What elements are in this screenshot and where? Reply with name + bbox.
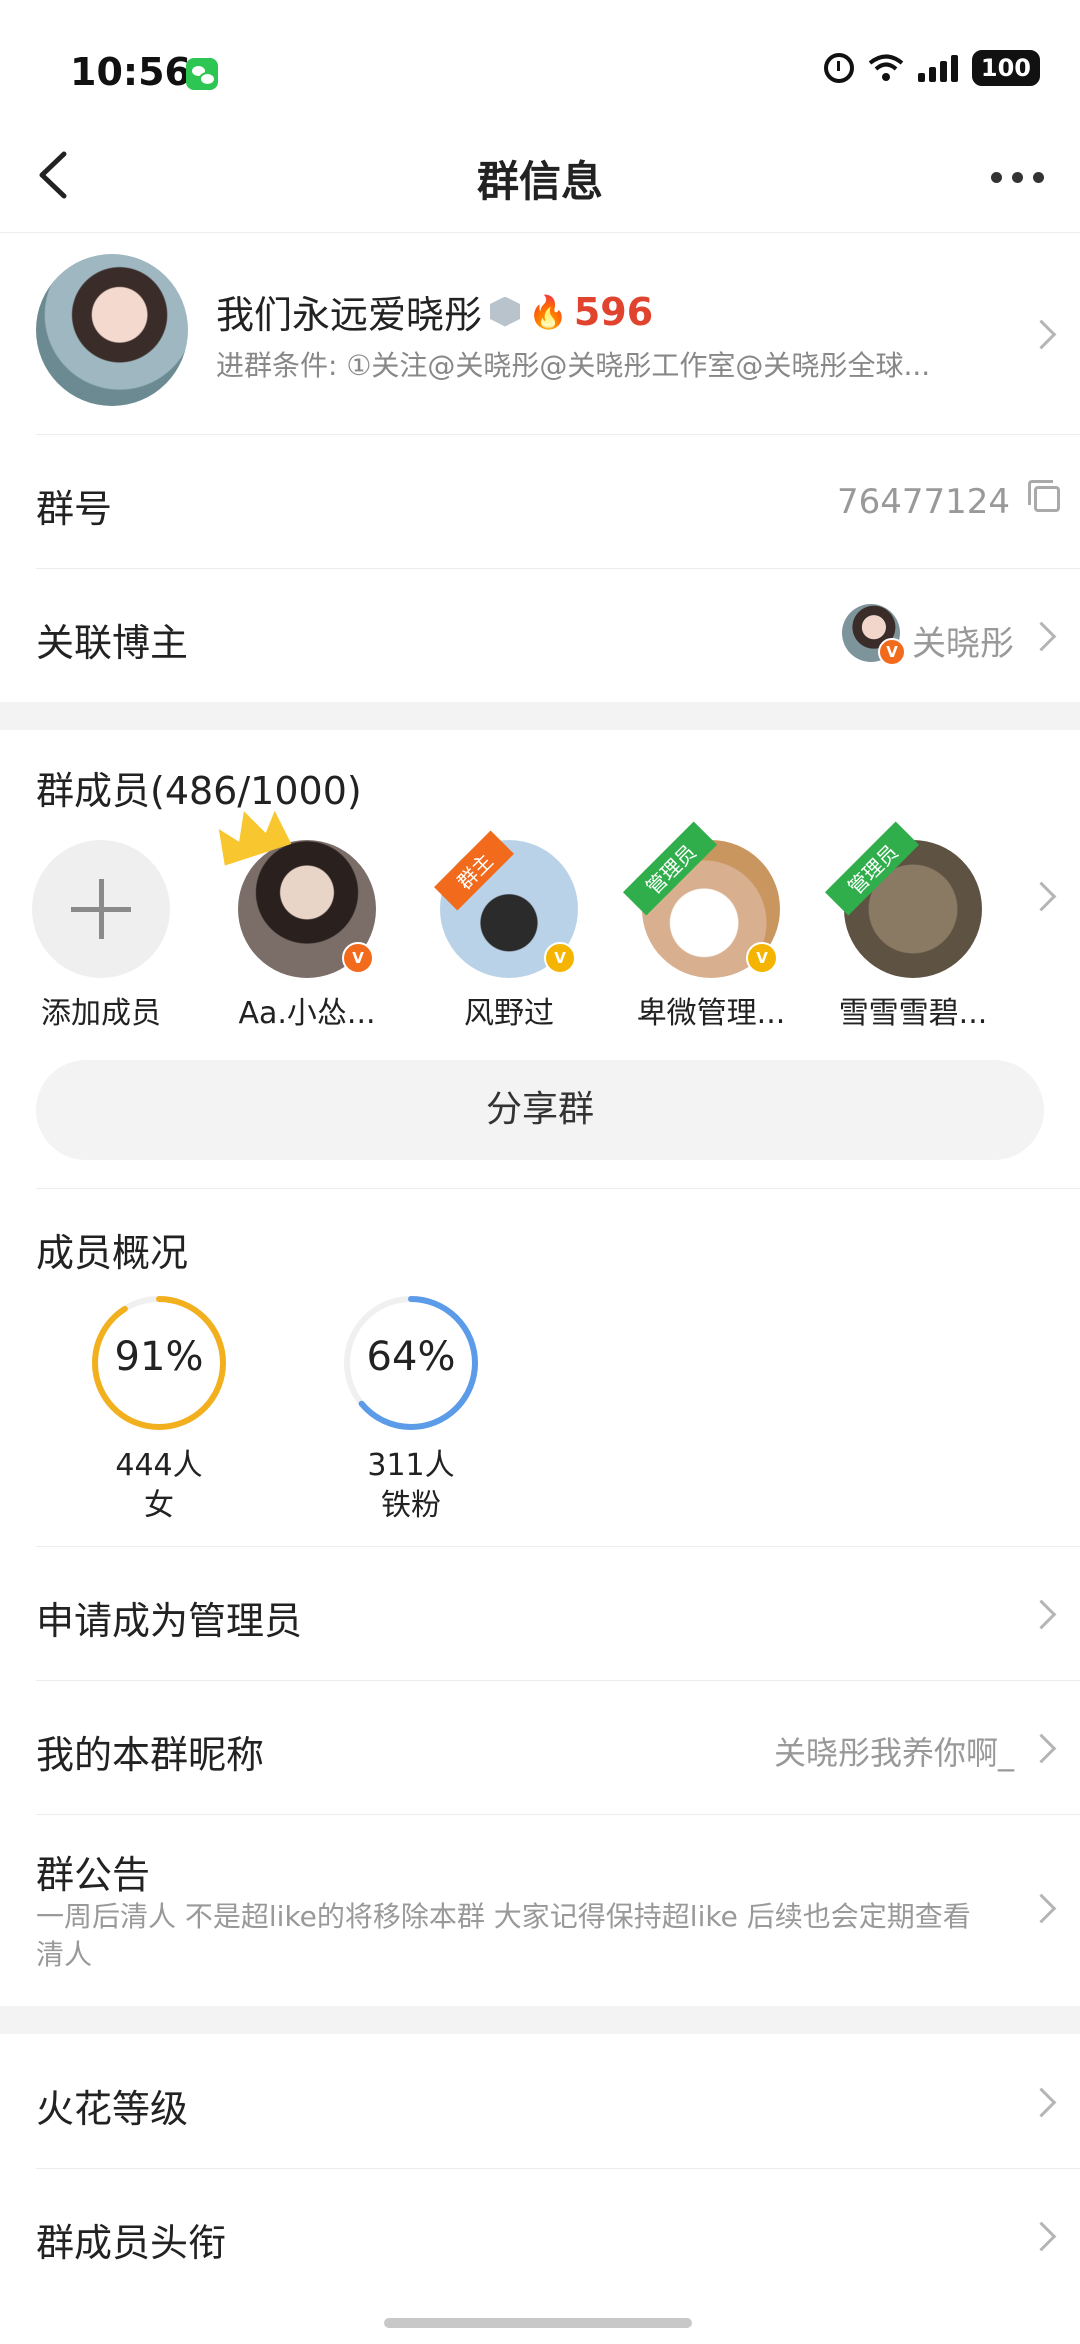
female-label: 女 (144, 1488, 174, 1523)
admin-ribbon: 管理员 (622, 821, 718, 916)
female-percent: 91% (114, 1334, 204, 1380)
spark-level-row[interactable]: 火花等级 (0, 2034, 1080, 2168)
chevron-right-icon (1026, 2221, 1057, 2252)
spark-level-label: 火花等级 (36, 2087, 189, 2131)
chevron-right-icon (1026, 621, 1057, 652)
add-member-button[interactable]: 添加成员 (16, 840, 186, 1032)
linked-blogger-row[interactable]: 关联博主 V 关晓彤 (0, 568, 1080, 702)
iron-fan-label: 铁粉 (381, 1488, 441, 1523)
group-join-conditions: 进群条件: ①关注@关晓彤@关晓彤工作室@关晓彤全球... (216, 349, 931, 382)
overview-title: 成员概况 (36, 1231, 189, 1275)
verified-v-badge: V (544, 942, 576, 974)
owner-ribbon: 群主 (434, 830, 514, 911)
fire-icon: 🔥 (528, 292, 568, 331)
member-avatar: V (238, 840, 376, 978)
add-icon (32, 840, 170, 978)
member-name: 风野过 (464, 996, 554, 1031)
chevron-right-icon (1026, 2087, 1057, 2118)
page-title: 群信息 (476, 157, 603, 206)
divider (36, 434, 1080, 435)
members-title: 群成员(486/1000) (36, 769, 362, 813)
divider (36, 2168, 1080, 2169)
section-gap (0, 702, 1080, 730)
add-member-label: 添加成员 (41, 996, 161, 1031)
group-number-value: 76477124 (836, 482, 1010, 522)
nav-bar: 群信息 (0, 120, 1080, 233)
linked-blogger-label: 关联博主 (36, 621, 189, 665)
verified-v-badge: V (746, 942, 778, 974)
linked-blogger-name: 关晓彤 (912, 624, 1014, 664)
share-group-button[interactable]: 分享群 (36, 1060, 1044, 1160)
group-number-row: 群号 76477124 (0, 434, 1080, 568)
member-item[interactable]: 管理员 V 卑微管理... (622, 821, 796, 1032)
female-ratio-ring: 91% (90, 1294, 228, 1432)
wechat-notification-icon (186, 58, 218, 90)
member-item[interactable]: 群主 V 风野过 (424, 830, 594, 1032)
member-name: 雪雪雪碧... (838, 996, 988, 1031)
admin-ribbon: 管理员 (824, 821, 920, 916)
members-more-chevron-icon[interactable] (1026, 881, 1057, 912)
member-avatar: 管理员 V (622, 821, 780, 978)
chevron-right-icon (1026, 319, 1057, 350)
status-bar: 10:56 100 (0, 0, 1080, 140)
apply-admin-row[interactable]: 申请成为管理员 (0, 1546, 1080, 1680)
group-header-card[interactable]: 我们永远爱晓彤 🔥 596 进群条件: ①关注@关晓彤@关晓彤工作室@关晓彤全球… (0, 232, 1080, 434)
member-item[interactable]: 管理员 雪雪雪碧... (824, 821, 998, 1032)
iron-fan-count: 311人 (367, 1448, 455, 1483)
member-item[interactable]: V Aa.小怂... (222, 840, 392, 1032)
more-options-icon[interactable] (991, 172, 1044, 183)
divider-row (0, 1188, 1080, 1189)
verified-gem-icon (490, 296, 521, 327)
chevron-right-icon (1026, 1893, 1057, 1924)
wifi-icon (868, 54, 904, 81)
alarm-icon (823, 53, 854, 83)
status-time: 10:56 (70, 50, 191, 94)
member-name: 卑微管理... (636, 996, 786, 1031)
blogger-avatar: V (842, 604, 906, 666)
copy-icon[interactable] (1028, 480, 1060, 512)
fire-count: 596 (573, 289, 654, 334)
group-notice-text: 一周后清人 不是超like的将移除本群 大家记得保持超like 后续也会定期查看… (36, 1900, 971, 1971)
iron-fan-caption: 311人 铁粉 (331, 1446, 491, 1526)
apply-admin-label: 申请成为管理员 (36, 1599, 303, 1643)
member-avatar: 管理员 (824, 821, 982, 978)
female-count: 444人 (115, 1448, 203, 1483)
group-avatar[interactable] (36, 254, 188, 406)
group-number-label: 群号 (36, 487, 113, 531)
divider (36, 1814, 1080, 1815)
group-name: 我们永远爱晓彤 (216, 293, 483, 337)
divider (36, 1546, 1080, 1547)
battery-indicator: 100 (971, 50, 1040, 86)
section-gap (0, 2006, 1080, 2034)
chevron-right-icon (1026, 1733, 1057, 1764)
group-name-line: 我们永远爱晓彤 🔥 596 (216, 284, 653, 339)
iron-fan-percent: 64% (366, 1334, 456, 1380)
my-nickname-value: 关晓彤我养你啊_ (773, 1734, 1014, 1772)
verified-v-badge: V (878, 638, 906, 666)
group-notice-label: 群公告 (36, 1853, 151, 1897)
female-caption: 444人 女 (79, 1446, 239, 1526)
my-nickname-label: 我的本群昵称 (36, 1733, 265, 1777)
cellular-signal-icon (917, 54, 958, 82)
divider (36, 568, 1080, 569)
iron-fan-ratio-ring: 64% (342, 1294, 480, 1432)
member-titles-label: 群成员头衔 (36, 2221, 227, 2265)
my-nickname-row[interactable]: 我的本群昵称 关晓彤我养你啊_ (0, 1680, 1080, 1814)
home-indicator[interactable] (384, 2318, 692, 2328)
member-avatar: 群主 V (434, 830, 578, 978)
divider (36, 1680, 1080, 1681)
member-titles-row[interactable]: 群成员头衔 (0, 2168, 1080, 2302)
member-name: Aa.小怂... (238, 996, 376, 1031)
chevron-right-icon (1026, 1599, 1057, 1630)
status-icons: 100 (823, 50, 1040, 86)
verified-v-badge: V (342, 942, 374, 974)
